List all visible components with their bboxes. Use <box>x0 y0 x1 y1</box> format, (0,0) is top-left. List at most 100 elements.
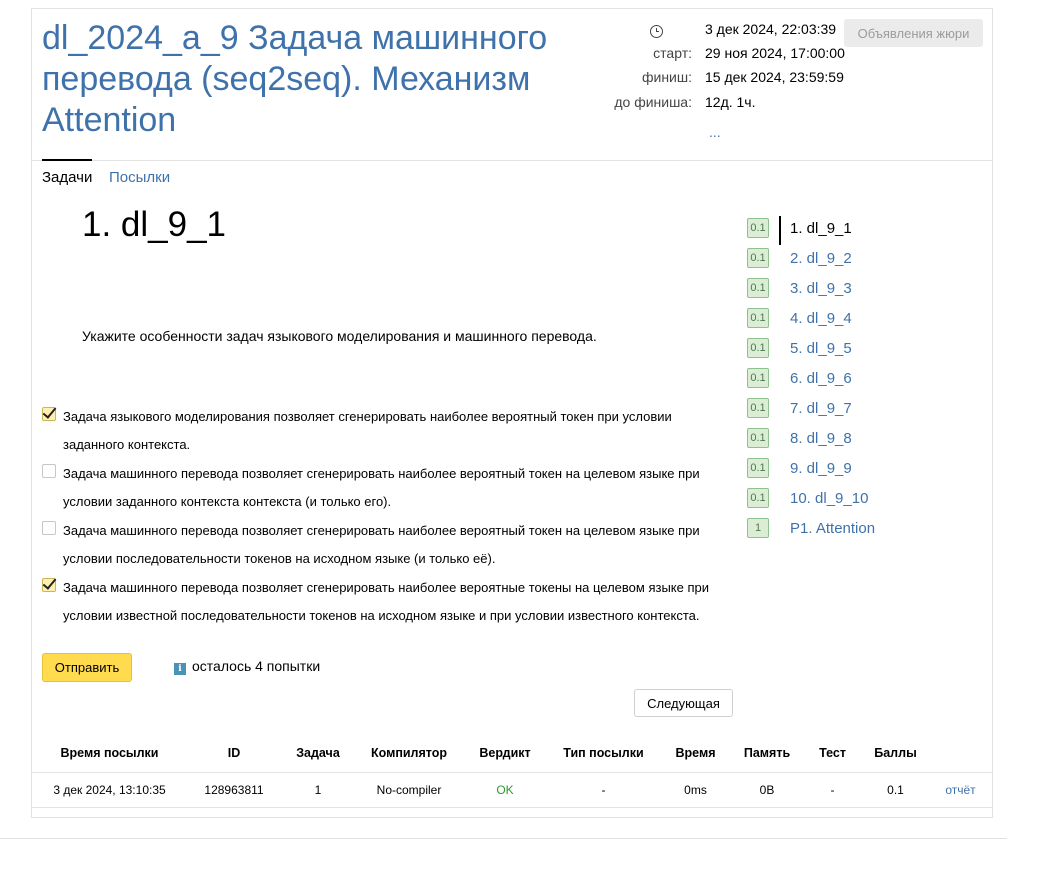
cell-problem: 1 <box>281 771 355 808</box>
option-checkbox[interactable] <box>42 578 56 592</box>
problem-name: P1. Attention <box>790 520 876 537</box>
remaining-label: до финиша: <box>614 94 692 110</box>
option-checkbox[interactable] <box>42 407 56 421</box>
problem-list-item[interactable]: 0.1 8. dl_9_8 <box>747 424 967 454</box>
attempts-left-text: осталось 4 попытки <box>192 658 321 674</box>
answer-options: Задача языкового моделирования позволяет… <box>42 403 722 631</box>
col-header-score: Баллы <box>874 745 917 760</box>
current-time: 3 дек 2024, 22:03:39 <box>705 21 837 37</box>
problem-title: 1. dl_9_1 <box>82 205 227 244</box>
report-link[interactable]: отчёт <box>945 783 975 797</box>
score-badge: 0.1 <box>747 248 769 268</box>
score-badge: 1 <box>747 518 769 538</box>
answer-option[interactable]: Задача машинного перевода позволяет сген… <box>42 517 722 574</box>
submissions-table: Время посылки ID Задача Компилятор Верди… <box>32 734 992 808</box>
finish-time: 15 дек 2024, 23:59:59 <box>705 69 844 85</box>
info-icon: i <box>174 663 186 675</box>
jury-announcements-button[interactable]: Объявления жюри <box>844 19 983 47</box>
problem-name: 4. dl_9_4 <box>790 310 852 327</box>
score-badge: 0.1 <box>747 278 769 298</box>
problem-list-item[interactable]: 0.1 10. dl_9_10 <box>747 484 967 514</box>
start-row: старт: 29 ноя 2024, 17:00:00 <box>562 45 882 65</box>
answer-option[interactable]: Задача языкового моделирования позволяет… <box>42 403 722 460</box>
col-header-time: Время посылки <box>60 745 159 760</box>
cell-report: отчёт <box>929 771 992 808</box>
page-bottom-divider <box>0 838 1007 839</box>
problem-list-item[interactable]: 0.1 1. dl_9_1 <box>747 214 967 245</box>
problem-name: 10. dl_9_10 <box>790 490 869 507</box>
tab-submissions[interactable]: Посылки <box>109 169 170 186</box>
contest-frame: dl_2024_a_9 Задача машинного перевода (s… <box>31 8 993 818</box>
answer-option[interactable]: Задача машинного перевода позволяет сген… <box>42 574 722 631</box>
score-badge: 0.1 <box>747 308 769 328</box>
answer-option[interactable]: Задача машинного перевода позволяет сген… <box>42 460 722 517</box>
cell-time: 3 дек 2024, 13:10:35 <box>32 771 187 808</box>
next-problem-button[interactable]: Следующая <box>634 689 733 717</box>
header-divider <box>32 160 992 161</box>
problem-name: 7. dl_9_7 <box>790 400 852 417</box>
current-time-row: 3 дек 2024, 22:03:39 <box>562 21 882 41</box>
cell-score: 0.1 <box>862 771 929 808</box>
remaining-row: до финиша: 12д. 1ч. <box>562 94 882 114</box>
contest-title: dl_2024_a_9 Задача машинного перевода (s… <box>42 19 548 139</box>
col-header-compiler: Компилятор <box>370 745 448 760</box>
problem-name: 1. dl_9_1 <box>790 220 852 237</box>
problem-name: 5. dl_9_5 <box>790 340 852 357</box>
cell-compiler: No-compiler <box>355 771 463 808</box>
problem-name: 6. dl_9_6 <box>790 370 852 387</box>
col-header-verdict: Вердикт <box>479 745 531 760</box>
score-badge: 0.1 <box>747 338 769 358</box>
start-label: старт: <box>653 45 692 61</box>
problem-name: 2. dl_9_2 <box>790 250 852 267</box>
problem-list-item[interactable]: 0.1 2. dl_9_2 <box>747 244 967 274</box>
score-badge: 0.1 <box>747 428 769 448</box>
problem-list-item[interactable]: 0.1 7. dl_9_7 <box>747 394 967 424</box>
option-checkbox[interactable] <box>42 521 56 535</box>
problem-name: 3. dl_9_3 <box>790 280 852 297</box>
problem-list-item[interactable]: 0.1 9. dl_9_9 <box>747 454 967 484</box>
col-header-problem: Задача <box>296 745 340 760</box>
col-header-report <box>929 734 992 772</box>
cell-runtime: 0ms <box>660 771 731 808</box>
col-header-runtime: Время <box>675 745 716 760</box>
submit-button[interactable]: Отправить <box>42 653 132 682</box>
more-info-link[interactable]: ... <box>709 124 721 140</box>
col-header-memory: Память <box>743 745 791 760</box>
score-badge: 0.1 <box>747 398 769 418</box>
score-badge: 0.1 <box>747 368 769 388</box>
cell-verdict: OK <box>463 771 547 808</box>
cell-id: 128963811 <box>187 771 281 808</box>
option-text: Задача языкового моделирования позволяет… <box>63 409 672 452</box>
table-header-row: Время посылки ID Задача Компилятор Верди… <box>32 734 992 772</box>
tab-problems[interactable]: Задачи <box>42 169 92 186</box>
problem-list-item[interactable]: 0.1 5. dl_9_5 <box>747 334 967 364</box>
problem-list-item[interactable]: 0.1 6. dl_9_6 <box>747 364 967 394</box>
option-text: Задача машинного перевода позволяет сген… <box>63 580 709 623</box>
current-problem-marker <box>779 216 781 245</box>
option-text: Задача машинного перевода позволяет сген… <box>63 466 700 509</box>
problem-name: 9. dl_9_9 <box>790 460 852 477</box>
finish-row: финиш: 15 дек 2024, 23:59:59 <box>562 69 882 89</box>
cell-type: - <box>547 771 660 808</box>
attempts-info: i осталось 4 попытки <box>174 658 320 675</box>
finish-label: финиш: <box>641 69 692 85</box>
problem-statement: Укажите особенности задач языкового моде… <box>82 328 597 344</box>
cell-memory: 0B <box>731 771 803 808</box>
remaining-time: 12д. 1ч. <box>705 94 756 110</box>
col-header-type: Тип посылки <box>563 745 644 760</box>
problem-list-item[interactable]: 0.1 4. dl_9_4 <box>747 304 967 334</box>
problem-list-item[interactable]: 1 P1. Attention <box>747 514 967 544</box>
option-text: Задача машинного перевода позволяет сген… <box>63 523 700 566</box>
start-time: 29 ноя 2024, 17:00:00 <box>705 45 845 61</box>
score-badge: 0.1 <box>747 458 769 478</box>
option-checkbox[interactable] <box>42 464 56 478</box>
table-row[interactable]: 3 дек 2024, 13:10:35 128963811 1 No-comp… <box>32 771 992 808</box>
col-header-id: ID <box>227 745 241 760</box>
problem-list-item[interactable]: 0.1 3. dl_9_3 <box>747 274 967 304</box>
score-badge: 0.1 <box>747 218 769 238</box>
problem-name: 8. dl_9_8 <box>790 430 852 447</box>
score-badge: 0.1 <box>747 488 769 508</box>
col-header-test: Тест <box>819 745 846 760</box>
active-tab-indicator <box>42 159 92 161</box>
clock-icon <box>650 25 663 38</box>
